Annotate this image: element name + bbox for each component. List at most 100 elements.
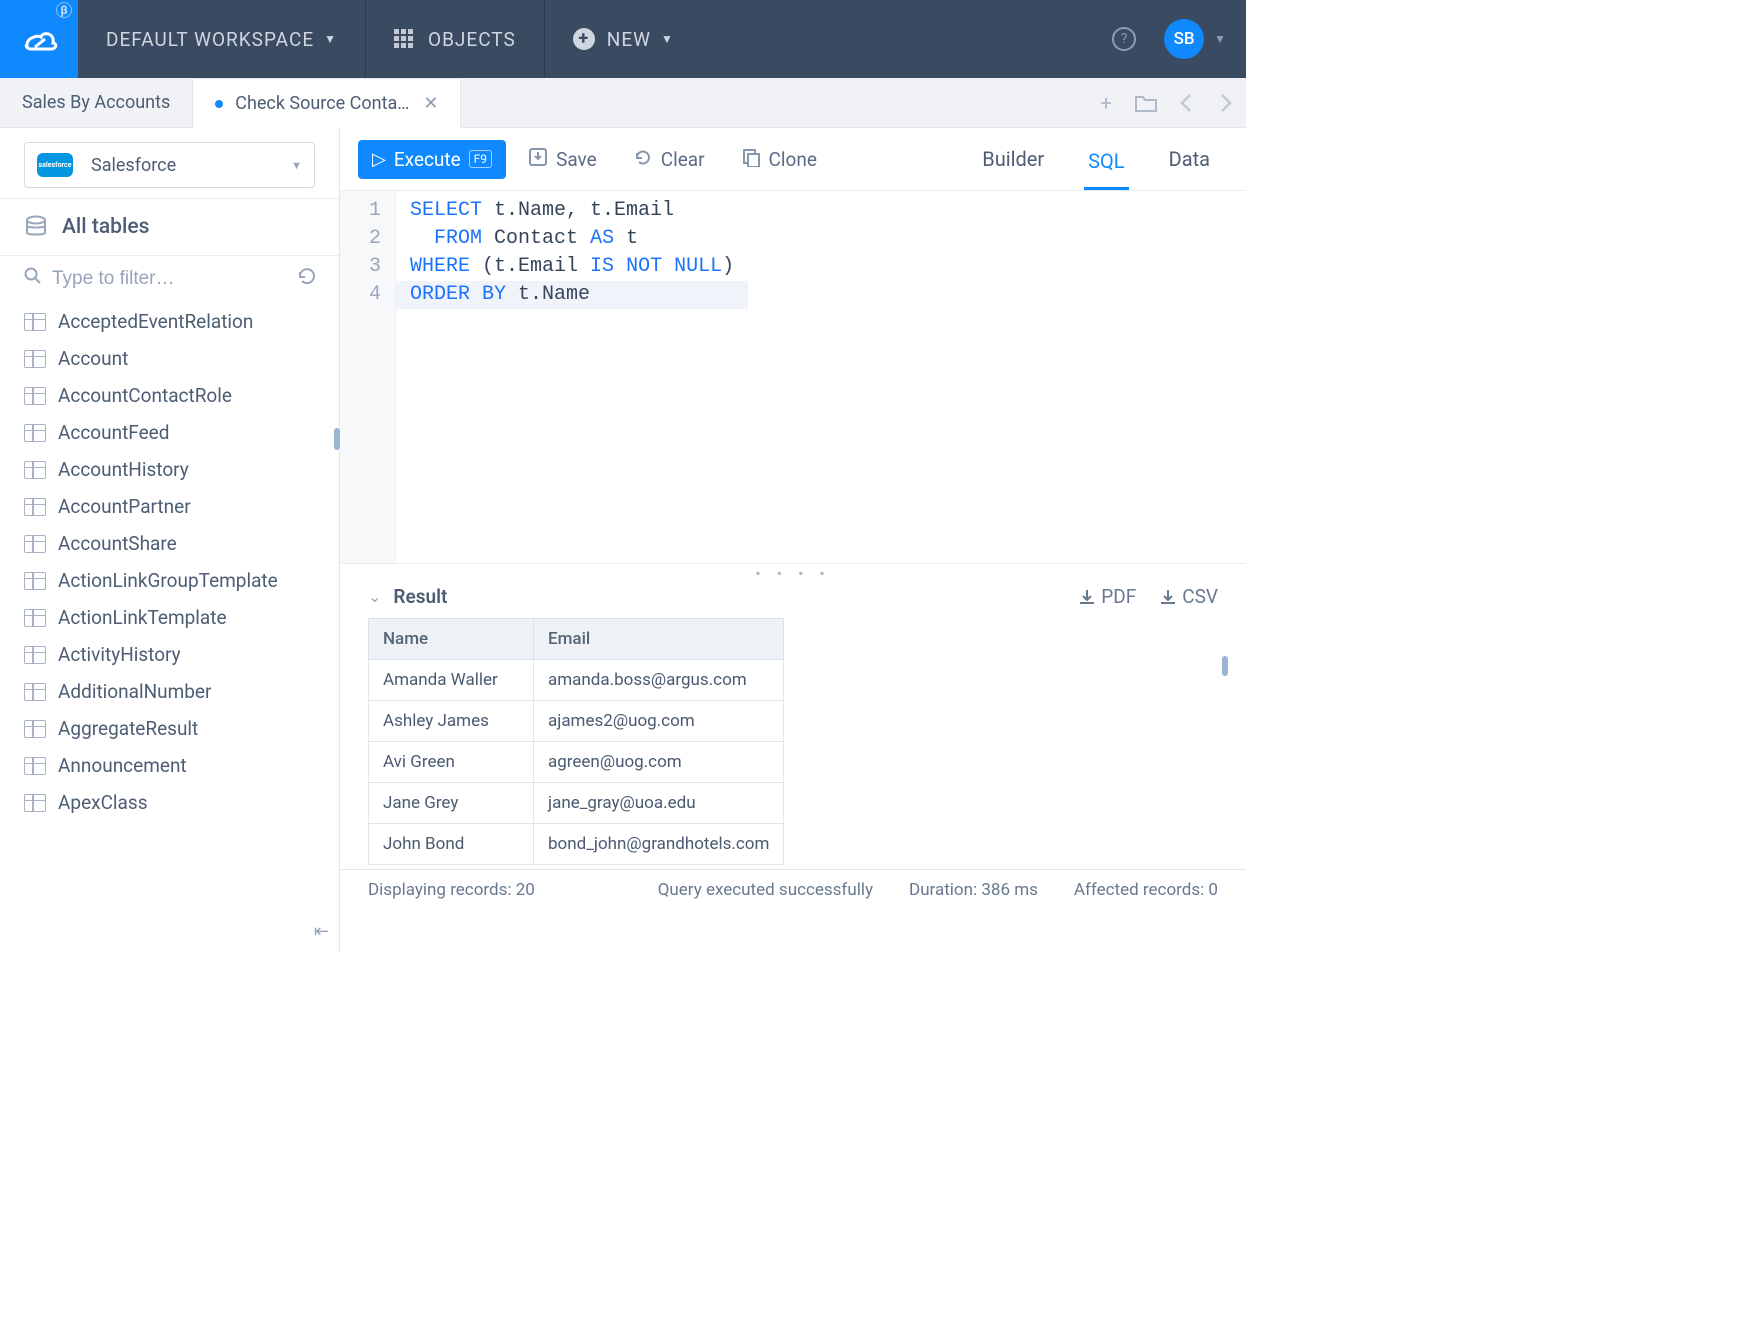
clear-button[interactable]: Clear	[619, 139, 719, 180]
table-item[interactable]: ActivityHistory	[0, 636, 339, 673]
table-item[interactable]: AccountPartner	[0, 488, 339, 525]
sidebar-section-header[interactable]: All tables	[0, 198, 339, 256]
work-area: ▷ Execute F9 Save Clear Clone	[340, 128, 1246, 952]
table-name: AccountShare	[58, 532, 177, 555]
table-item[interactable]: AccountShare	[0, 525, 339, 562]
grid-icon	[394, 29, 414, 49]
table-icon	[24, 498, 46, 516]
cell-email: ajames2@uog.com	[534, 701, 784, 742]
toolbar: ▷ Execute F9 Save Clear Clone	[340, 128, 1246, 190]
table-icon	[24, 424, 46, 442]
table-item[interactable]: AggregateResult	[0, 710, 339, 747]
table-name: ActivityHistory	[58, 643, 181, 666]
chevron-down-icon[interactable]: ▼	[1214, 32, 1226, 46]
clone-button[interactable]: Clone	[727, 139, 831, 180]
clone-label: Clone	[769, 148, 817, 171]
code-area[interactable]: SELECT t.Name, t.Email FROM Contact AS t…	[396, 191, 748, 563]
view-tab-builder[interactable]: Builder	[978, 141, 1048, 177]
beta-badge: β	[56, 2, 72, 18]
view-tab-sql[interactable]: SQL	[1084, 143, 1128, 190]
search-icon	[24, 267, 42, 290]
workspace-selector[interactable]: DEFAULT WORKSPACE ▼	[78, 0, 366, 78]
save-button[interactable]: Save	[514, 139, 611, 180]
table-icon	[24, 350, 46, 368]
table-row[interactable]: Avi Greenagreen@uog.com	[369, 742, 784, 783]
status-bar: Displaying records: 20 Query executed su…	[340, 869, 1246, 909]
collapse-sidebar-icon[interactable]: ⇤	[314, 921, 329, 942]
export-pdf-button[interactable]: PDF	[1077, 585, 1136, 608]
download-icon	[1158, 587, 1178, 607]
app-logo-icon[interactable]: β	[0, 0, 78, 78]
column-header-email[interactable]: Email	[534, 619, 784, 660]
salesforce-logo-icon: salesforce	[37, 153, 73, 177]
undo-icon	[633, 147, 653, 172]
table-item[interactable]: Account	[0, 340, 339, 377]
table-icon	[24, 794, 46, 812]
table-name: Account	[58, 347, 128, 370]
cell-name: Amanda Waller	[369, 660, 534, 701]
table-row[interactable]: Jane Greyjane_gray@uoa.edu	[369, 783, 784, 824]
table-icon	[24, 535, 46, 553]
table-item[interactable]: AcceptedEventRelation	[0, 303, 339, 340]
table-row[interactable]: Amanda Walleramanda.boss@argus.com	[369, 660, 784, 701]
close-icon[interactable]: ✕	[423, 93, 438, 114]
table-row[interactable]: John Bondbond_john@grandhotels.com	[369, 824, 784, 865]
table-icon	[24, 646, 46, 664]
table-icon	[24, 313, 46, 331]
connection-name: Salesforce	[91, 155, 291, 176]
table-filter-input[interactable]	[52, 268, 297, 290]
table-icon	[24, 683, 46, 701]
table-icon	[24, 461, 46, 479]
chevron-down-icon[interactable]: ⌄	[368, 587, 381, 606]
table-item[interactable]: ActionLinkGroupTemplate	[0, 562, 339, 599]
table-item[interactable]: AccountHistory	[0, 451, 339, 488]
cell-name: John Bond	[369, 824, 534, 865]
table-item[interactable]: AccountContactRole	[0, 377, 339, 414]
cell-email: bond_john@grandhotels.com	[534, 824, 784, 865]
new-tab-button[interactable]: +	[1086, 78, 1126, 127]
chevron-down-icon: ▼	[324, 32, 337, 46]
refresh-icon[interactable]	[297, 266, 317, 291]
splitter-handle[interactable]: • • • •	[340, 563, 1246, 581]
database-icon	[24, 215, 48, 239]
section-title: All tables	[62, 215, 149, 239]
avatar[interactable]: SB	[1164, 19, 1204, 59]
table-item[interactable]: ApexClass	[0, 784, 339, 821]
open-button[interactable]	[1126, 78, 1166, 127]
table-name: ActionLinkTemplate	[58, 606, 227, 629]
top-bar: β DEFAULT WORKSPACE ▼ OBJECTS + NEW ▼ ? …	[0, 0, 1246, 78]
table-item[interactable]: AccountFeed	[0, 414, 339, 451]
table-name: AccountFeed	[58, 421, 169, 444]
column-header-name[interactable]: Name	[369, 619, 534, 660]
tab-label: Check Source Conta…	[235, 93, 409, 114]
table-row[interactable]: Ashley Jamesajames2@uog.com	[369, 701, 784, 742]
nav-forward-button[interactable]	[1206, 78, 1246, 127]
sql-editor[interactable]: 1234 SELECT t.Name, t.Email FROM Contact…	[340, 190, 1246, 563]
connection-selector[interactable]: salesforce Salesforce ▼	[24, 142, 315, 188]
tab-check-source-contacts[interactable]: Check Source Conta… ✕	[192, 78, 461, 128]
workspace-label: DEFAULT WORKSPACE	[106, 28, 314, 51]
status-displaying: Displaying records: 20	[368, 880, 535, 900]
nav-back-button[interactable]	[1166, 78, 1206, 127]
result-grid: Name Email Amanda Walleramanda.boss@argu…	[368, 618, 1218, 865]
help-icon[interactable]: ?	[1112, 27, 1136, 51]
table-item[interactable]: ActionLinkTemplate	[0, 599, 339, 636]
execute-button[interactable]: ▷ Execute F9	[358, 140, 506, 179]
cell-email: jane_gray@uoa.edu	[534, 783, 784, 824]
tab-sales-by-accounts[interactable]: Sales By Accounts	[0, 78, 192, 127]
scrollbar-thumb[interactable]	[1222, 656, 1228, 676]
export-csv-button[interactable]: CSV	[1158, 585, 1218, 608]
table-name: Announcement	[58, 754, 187, 777]
nav-new[interactable]: + NEW ▼	[545, 0, 702, 78]
table-name: AdditionalNumber	[58, 680, 211, 703]
clear-label: Clear	[661, 148, 705, 171]
scrollbar-thumb[interactable]	[334, 428, 340, 450]
download-icon	[1077, 587, 1097, 607]
view-tab-data[interactable]: Data	[1165, 141, 1214, 177]
shortcut-badge: F9	[469, 150, 492, 168]
table-item[interactable]: AdditionalNumber	[0, 673, 339, 710]
play-icon: ▷	[372, 149, 386, 170]
table-item[interactable]: Announcement	[0, 747, 339, 784]
nav-objects[interactable]: OBJECTS	[366, 0, 545, 78]
save-label: Save	[556, 148, 597, 171]
